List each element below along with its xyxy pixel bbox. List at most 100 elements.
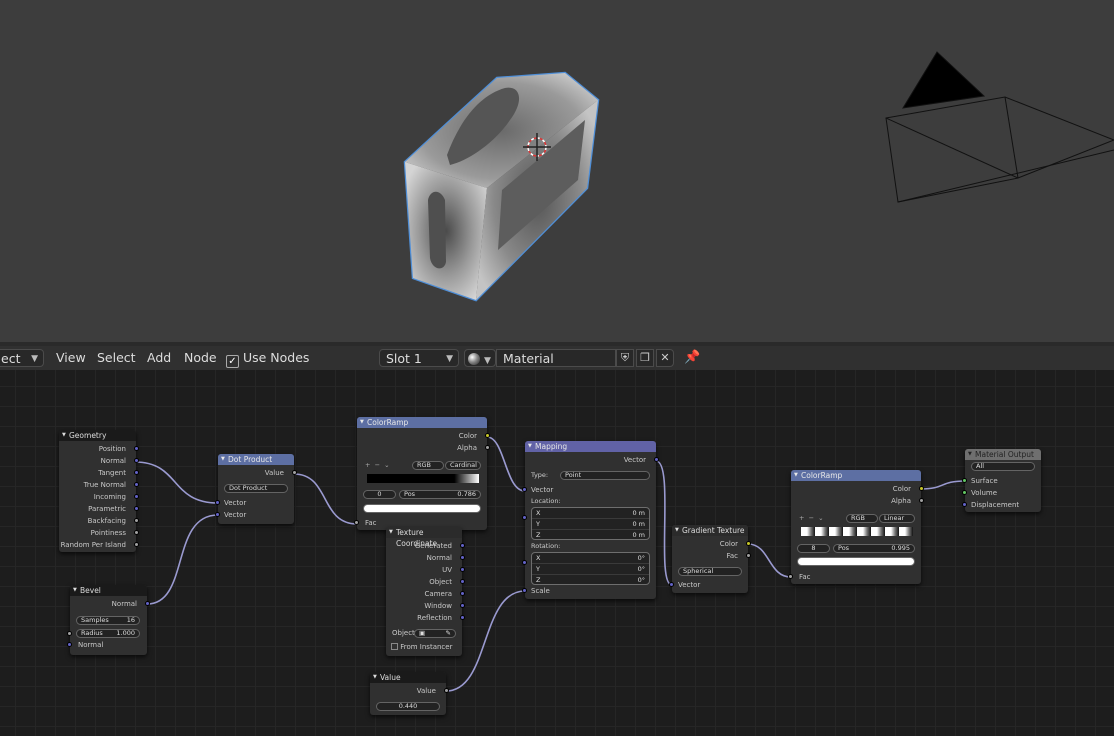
use-nodes-toggle[interactable]: ✓ Use Nodes: [226, 349, 309, 368]
node-colorramp-2[interactable]: ▼ ColorRamp Color Alpha + − ⌄ RGB Linear …: [788, 470, 924, 584]
menu-select[interactable]: Select: [97, 349, 136, 367]
collapse-triangle-icon[interactable]: ▼: [794, 470, 798, 481]
color-mode-dropdown[interactable]: RGB: [412, 461, 444, 470]
node-header[interactable]: ▼ Geometry: [59, 430, 136, 441]
node-header[interactable]: ▼ Gradient Texture: [672, 525, 748, 536]
ramp-add-remove-controls[interactable]: + − ⌄: [365, 461, 390, 469]
input-socket[interactable]: [522, 487, 527, 492]
node-material-output[interactable]: ▼ Material Output All Surface Volume Disp…: [962, 449, 1041, 512]
object-picker-field[interactable]: ▣ ✎: [414, 629, 456, 638]
ramp-add-remove-controls[interactable]: + − ⌄: [799, 514, 824, 522]
node-header[interactable]: ▼ ColorRamp: [791, 470, 921, 481]
mapping-type-dropdown[interactable]: Point: [560, 471, 650, 480]
input-socket[interactable]: [215, 512, 220, 517]
color-ramp-gradient[interactable]: [367, 474, 479, 483]
output-socket[interactable]: [134, 458, 139, 463]
output-socket[interactable]: [292, 470, 297, 475]
color-mode-dropdown[interactable]: RGB: [846, 514, 878, 523]
node-value[interactable]: ▼ Value Value 0.440: [370, 672, 449, 715]
output-socket[interactable]: [460, 567, 465, 572]
input-socket[interactable]: [962, 478, 967, 483]
collapse-triangle-icon[interactable]: ▼: [528, 441, 532, 452]
rotation-y-field[interactable]: Y 0°: [532, 564, 649, 575]
input-socket[interactable]: [67, 631, 72, 636]
output-socket[interactable]: [460, 591, 465, 596]
collapse-triangle-icon[interactable]: ▼: [373, 672, 377, 683]
output-socket[interactable]: [134, 542, 139, 547]
stop-pos-field[interactable]: Pos 0.995: [833, 544, 915, 553]
slot-dropdown[interactable]: Slot 1 ▼: [379, 349, 459, 367]
stop-index-field[interactable]: 8: [797, 544, 830, 553]
node-colorramp-1[interactable]: ▼ ColorRamp Color Alpha + − ⌄ RGB Cardina…: [354, 417, 490, 530]
eyedropper-icon[interactable]: ✎: [446, 630, 451, 637]
output-socket[interactable]: [134, 470, 139, 475]
unlink-close-icon[interactable]: ✕: [656, 349, 674, 367]
node-geometry[interactable]: ▼ Geometry Position Normal Tangent True N…: [59, 430, 139, 552]
node-header[interactable]: ▼ Texture Coordinate: [386, 527, 462, 548]
interpolation-dropdown[interactable]: Linear: [879, 514, 915, 523]
input-socket[interactable]: [962, 490, 967, 495]
pin-icon[interactable]: 📌: [684, 349, 700, 367]
node-canvas[interactable]: ▼ Geometry Position Normal Tangent True N…: [0, 370, 1114, 736]
collapse-triangle-icon[interactable]: ▼: [221, 454, 225, 465]
node-texture-coordinate[interactable]: ▼ Texture Coordinate Generated Normal UV …: [386, 527, 465, 656]
stop-color-swatch[interactable]: [797, 557, 915, 566]
node-header[interactable]: ▼ Mapping: [525, 441, 656, 452]
output-socket[interactable]: [134, 494, 139, 499]
samples-field[interactable]: Samples 16: [76, 616, 140, 625]
input-socket[interactable]: [669, 582, 674, 587]
output-socket[interactable]: [919, 498, 924, 503]
input-socket[interactable]: [354, 520, 359, 525]
node-dot-product[interactable]: ▼ Dot Product Value Dot Product Vector Ve…: [215, 454, 297, 524]
output-socket[interactable]: [145, 601, 150, 606]
stop-index-field[interactable]: 0: [363, 490, 396, 499]
output-socket[interactable]: [460, 579, 465, 584]
output-socket[interactable]: [746, 553, 751, 558]
material-name-field[interactable]: Material: [496, 349, 616, 367]
editor-type-dropdown[interactable]: ect ▼: [0, 349, 44, 367]
output-socket[interactable]: [134, 518, 139, 523]
fake-user-shield-icon[interactable]: ⛨: [616, 349, 634, 367]
location-vector-field[interactable]: X 0 m Y 0 m Z 0 m: [531, 507, 650, 540]
collapse-triangle-icon[interactable]: ▼: [389, 527, 393, 538]
collapse-triangle-icon[interactable]: ▼: [62, 430, 66, 441]
output-socket[interactable]: [460, 543, 465, 548]
3d-viewport[interactable]: [0, 0, 1114, 342]
color-ramp-gradient[interactable]: [801, 527, 913, 536]
output-socket[interactable]: [460, 555, 465, 560]
location-z-field[interactable]: Z 0 m: [532, 530, 649, 541]
output-socket[interactable]: [485, 445, 490, 450]
output-socket[interactable]: [460, 603, 465, 608]
input-socket[interactable]: [788, 574, 793, 579]
interpolation-dropdown[interactable]: Cardinal: [445, 461, 481, 470]
gradient-type-dropdown[interactable]: Spherical: [678, 567, 742, 576]
input-socket[interactable]: [522, 515, 527, 520]
output-socket[interactable]: [654, 457, 659, 462]
collapse-triangle-icon[interactable]: ▼: [73, 585, 77, 596]
output-target-dropdown[interactable]: All: [971, 462, 1035, 471]
checkbox-checked-icon[interactable]: ✓: [226, 355, 239, 368]
collapse-triangle-icon[interactable]: ▼: [968, 449, 972, 460]
menu-view[interactable]: View: [56, 349, 86, 367]
input-socket[interactable]: [962, 502, 967, 507]
node-header[interactable]: ▼ Dot Product: [218, 454, 294, 465]
output-socket[interactable]: [134, 506, 139, 511]
input-socket[interactable]: [522, 560, 527, 565]
output-socket[interactable]: [134, 530, 139, 535]
output-socket[interactable]: [134, 482, 139, 487]
node-header[interactable]: ▼ ColorRamp: [357, 417, 487, 428]
operation-dropdown[interactable]: Dot Product: [224, 484, 288, 493]
material-browse-button[interactable]: ▼: [464, 349, 496, 367]
location-x-field[interactable]: X 0 m: [532, 508, 649, 519]
node-gradient-texture[interactable]: ▼ Gradient Texture Color Fac Spherical Ve…: [669, 525, 751, 593]
rotation-vector-field[interactable]: X 0° Y 0° Z 0°: [531, 552, 650, 585]
output-socket[interactable]: [134, 446, 139, 451]
output-socket[interactable]: [746, 541, 751, 546]
menu-node[interactable]: Node: [184, 349, 217, 367]
stop-color-swatch[interactable]: [363, 504, 481, 513]
rotation-x-field[interactable]: X 0°: [532, 553, 649, 564]
location-y-field[interactable]: Y 0 m: [532, 519, 649, 530]
collapse-triangle-icon[interactable]: ▼: [360, 417, 364, 428]
input-socket[interactable]: [215, 500, 220, 505]
output-socket[interactable]: [444, 688, 449, 693]
